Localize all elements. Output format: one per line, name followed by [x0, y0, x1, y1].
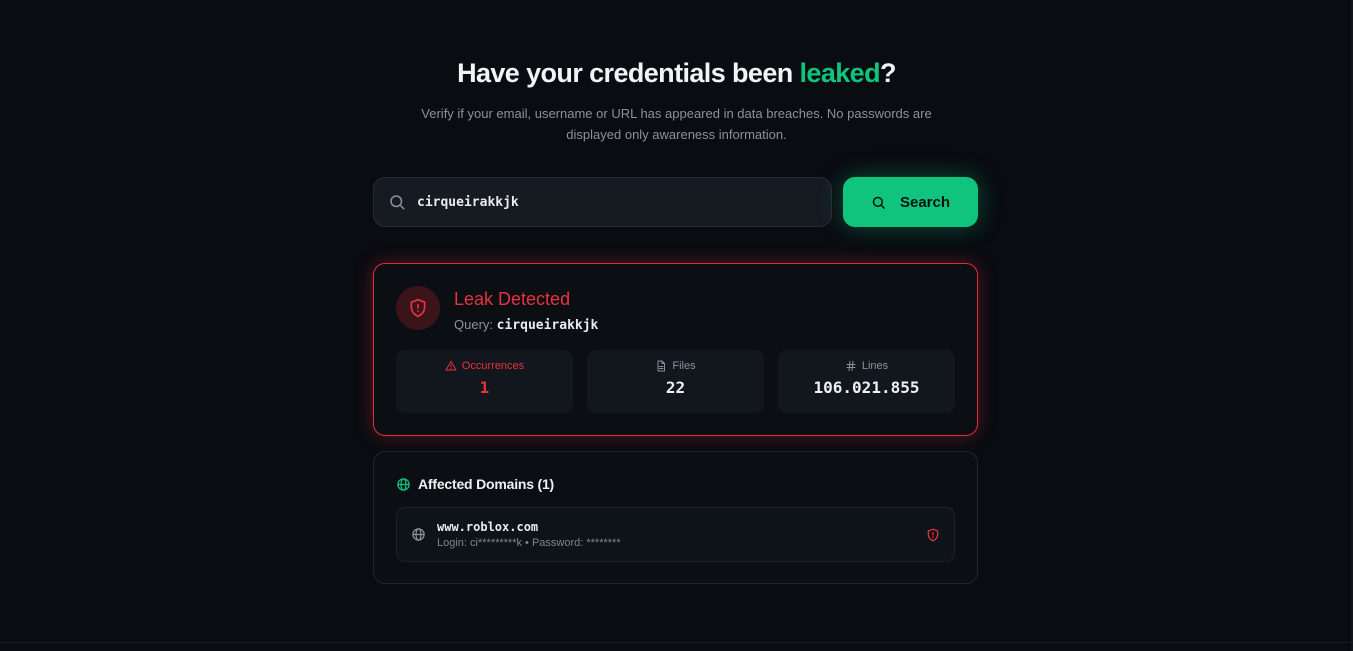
page-title: Have your credentials been leaked? — [0, 56, 1353, 90]
domain-credentials: Login: ci*********k • Password: ******** — [437, 537, 621, 549]
stat-files: Files 22 — [587, 350, 764, 413]
alert-triangle-icon — [445, 361, 457, 371]
shield-alert-icon — [410, 298, 426, 318]
search-field[interactable] — [373, 177, 832, 227]
stat-label: Occurrences — [461, 360, 525, 372]
title-accent: leaked — [799, 58, 881, 88]
leak-query: Query: cirqueirakkjk — [454, 317, 598, 333]
query-value: cirqueirakkjk — [496, 318, 599, 333]
stat-label: Files — [672, 360, 696, 372]
hero: Have your credentials been leaked? Verif… — [0, 56, 1353, 145]
search-button-label: Search — [899, 193, 951, 211]
hash-icon — [846, 361, 856, 371]
affected-domains-header: Affected Domains (1) — [396, 476, 554, 492]
shield-badge — [396, 286, 440, 330]
search-icon — [872, 196, 885, 209]
page: Have your credentials been leaked? Verif… — [0, 0, 1353, 651]
stat-value: 22 — [665, 378, 686, 397]
title-question-mark: ? — [880, 58, 897, 88]
globe-icon — [412, 528, 425, 541]
stat-value: 1 — [479, 378, 490, 397]
search-button[interactable]: Search — [843, 177, 978, 227]
search-icon — [390, 195, 405, 210]
domain-name: www.roblox.com — [437, 520, 539, 534]
domain-list-item[interactable]: www.roblox.com Login: ci*********k • Pas… — [396, 507, 955, 562]
leak-result-card: Leak Detected Query: cirqueirakkjk Occur… — [373, 263, 978, 436]
file-icon — [657, 360, 666, 372]
stat-occurrences: Occurrences 1 — [396, 350, 573, 413]
search-bar: Search — [373, 177, 978, 227]
affected-domains-card: Affected Domains (1) www.roblox.com Logi… — [373, 451, 978, 584]
affected-domains-title: Affected Domains (1) — [418, 476, 555, 492]
stat-label: Lines — [861, 360, 889, 372]
shield-alert-icon — [927, 528, 939, 542]
query-label: Query: — [454, 317, 494, 332]
leak-status: Leak Detected — [454, 289, 571, 309]
search-input[interactable] — [417, 178, 817, 226]
footer-divider — [0, 642, 1353, 643]
page-subtitle: Verify if your email, username or URL ha… — [421, 106, 932, 142]
globe-icon — [397, 477, 410, 491]
stat-lines: Lines 106.021.855 — [778, 350, 955, 413]
title-text: Have your credentials been — [457, 58, 800, 88]
stat-value: 106.021.855 — [813, 378, 920, 397]
